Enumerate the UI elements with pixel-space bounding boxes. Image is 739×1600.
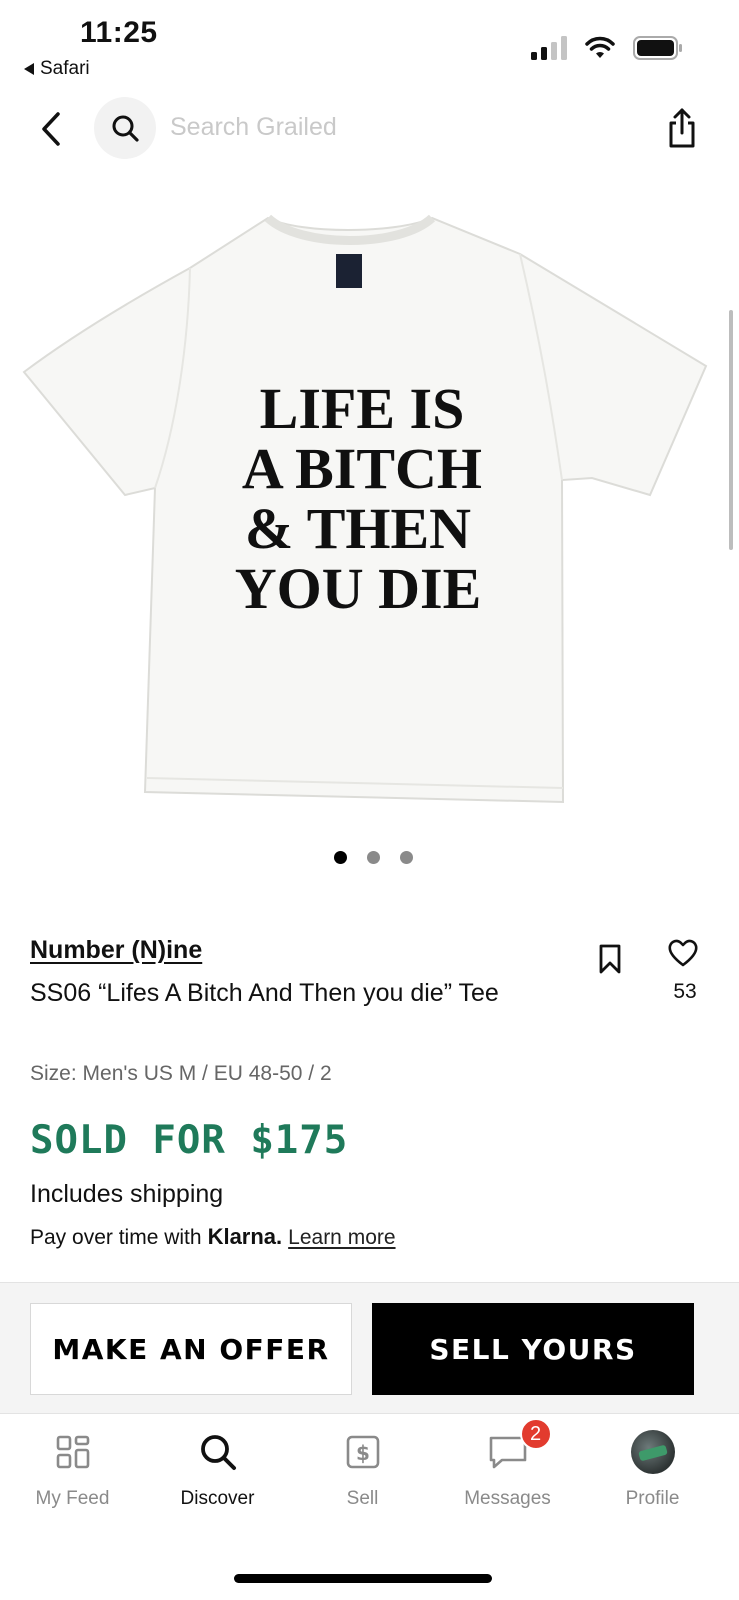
page-scrollbar[interactable] [729, 310, 733, 550]
tab-discover[interactable]: Discover [145, 1414, 290, 1534]
back-triangle-icon [24, 63, 34, 75]
likes-count: 53 [673, 980, 697, 1003]
tab-label-profile: Profile [625, 1488, 680, 1509]
messages-badge: 2 [519, 1418, 552, 1450]
back-to-safari-link[interactable]: Safari [24, 58, 90, 80]
listing-title: SS06 “Lifes A Bitch And Then you die” Te… [30, 979, 499, 1007]
feed-grid-icon [51, 1430, 95, 1474]
search-button[interactable] [94, 97, 156, 159]
back-app-label: Safari [40, 58, 90, 79]
svg-text:$: $ [356, 1441, 370, 1465]
discover-search-icon [196, 1430, 240, 1474]
tab-label-my-feed: My Feed [35, 1488, 110, 1509]
save-button[interactable] [598, 944, 622, 974]
status-time: 11:25 [80, 16, 158, 49]
sell-yours-button[interactable]: SELL YOURS [372, 1303, 694, 1395]
image-carousel-dots [0, 851, 739, 864]
share-icon [669, 108, 695, 148]
top-nav: Search Grailed [0, 95, 739, 165]
carousel-dot-3[interactable] [400, 851, 413, 864]
tab-sell[interactable]: $ Sell [290, 1414, 435, 1534]
carousel-dot-1[interactable] [334, 851, 347, 864]
system-icons [531, 36, 683, 60]
listing-size: Size: Men's US M / EU 48-50 / 2 [30, 1062, 332, 1085]
shirt-print-line-3: & THEN [245, 496, 471, 561]
like-button[interactable] [667, 938, 699, 968]
home-indicator[interactable] [234, 1574, 492, 1583]
action-bar: MAKE AN OFFER SELL YOURS [0, 1282, 739, 1414]
status-bar: 11:25 Safari [0, 0, 739, 88]
klarna-logo: Klarna. [207, 1224, 283, 1249]
product-image[interactable]: LIFE IS A BITCH & THEN YOU DIE [0, 190, 739, 840]
tab-bar: My Feed Discover $ Sell 2 Messages Profi… [0, 1414, 739, 1534]
message-bubble-icon: 2 [486, 1418, 552, 1474]
tab-my-feed[interactable]: My Feed [0, 1414, 145, 1534]
designer-link[interactable]: Number (N)ine [30, 936, 202, 965]
sold-price: SOLD FOR $175 [30, 1118, 349, 1163]
search-input[interactable]: Search Grailed [170, 113, 337, 142]
shirt-print-line-1: LIFE IS [260, 376, 465, 441]
make-offer-button[interactable]: MAKE AN OFFER [30, 1303, 352, 1395]
profile-avatar [630, 1430, 675, 1474]
bookmark-icon [599, 944, 621, 974]
shirt-print-line-2: A BITCH [242, 436, 482, 501]
tab-label-messages: Messages [464, 1488, 551, 1509]
klarna-prefix: Pay over time with [30, 1226, 202, 1249]
tab-profile[interactable]: Profile [580, 1414, 725, 1534]
tab-label-sell: Sell [346, 1488, 379, 1509]
wifi-icon [585, 36, 615, 58]
tshirt-illustration: LIFE IS A BITCH & THEN YOU DIE [22, 214, 708, 804]
heart-icon [668, 939, 698, 967]
battery-icon [633, 36, 682, 60]
back-chevron-icon [42, 112, 60, 146]
sell-dollar-icon: $ [341, 1430, 385, 1474]
search-icon [112, 115, 139, 142]
shirt-print-line-4: YOU DIE [235, 556, 482, 621]
klarna-financing: Pay over time with Klarna. Learn more [30, 1224, 396, 1250]
avatar [630, 1430, 675, 1474]
shipping-note: Includes shipping [30, 1180, 224, 1208]
tab-label-discover: Discover [180, 1488, 255, 1509]
share-button[interactable] [665, 107, 699, 149]
learn-more-link[interactable]: Learn more [288, 1226, 395, 1250]
tab-messages[interactable]: 2 Messages [435, 1414, 580, 1534]
back-button[interactable] [34, 109, 68, 149]
carousel-dot-2[interactable] [367, 851, 380, 864]
signal-icon [531, 36, 567, 60]
